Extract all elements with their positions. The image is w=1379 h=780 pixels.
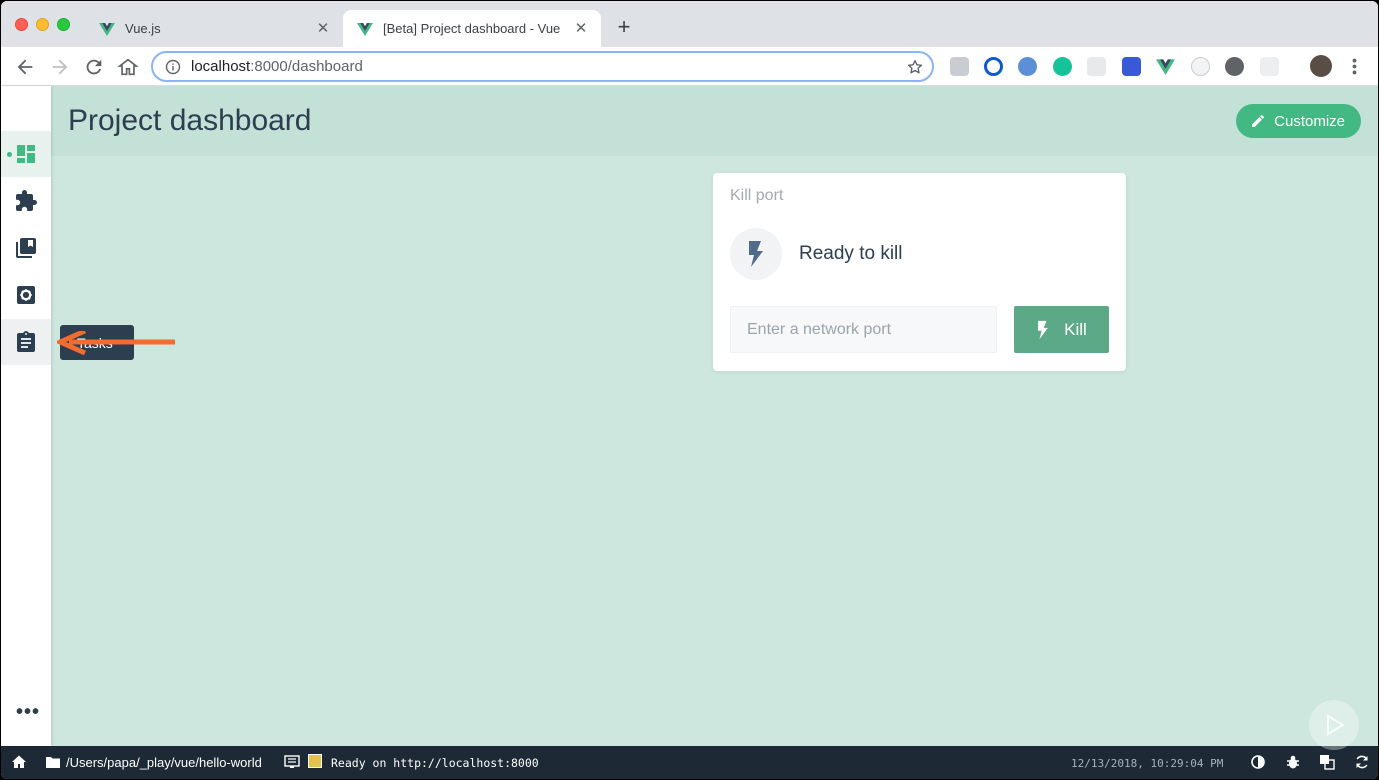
1password-icon[interactable] (984, 57, 1003, 76)
clock-icon[interactable] (1191, 57, 1210, 76)
dashboard-icon (17, 145, 35, 163)
tab-title: [Beta] Project dashboard - Vue (383, 21, 561, 36)
bookmark-icon[interactable] (1122, 57, 1141, 76)
page-header: Project dashboard Customize (51, 86, 1378, 156)
status-bar: /Users/papa/_play/vue/hello-world Ready … (1, 746, 1378, 779)
folder-icon[interactable] (45, 754, 61, 770)
sidebar-item-plugins[interactable] (1, 178, 51, 224)
minimize-window-button[interactable] (36, 18, 49, 31)
browser-window: Vue.js ✕ [Beta] Project dashboard - Vue … (1, 1, 1378, 779)
info-icon[interactable] (165, 59, 181, 75)
tab-project-dashboard[interactable]: [Beta] Project dashboard - Vue ✕ (343, 10, 601, 47)
widget-title: Kill port (730, 187, 784, 204)
lightning-icon (749, 241, 763, 267)
address-bar[interactable]: localhost:8000/dashboard (151, 51, 934, 82)
kill-port-widget: Kill port Ready to kill Kill (713, 173, 1126, 371)
tree-icon[interactable] (1087, 57, 1106, 76)
profile-avatar[interactable] (1310, 55, 1332, 77)
close-window-button[interactable] (15, 18, 28, 31)
grid-icon[interactable] (1260, 57, 1279, 76)
project-path[interactable]: /Users/papa/_play/vue/hello-world (66, 755, 262, 770)
bookmark-star-icon[interactable] (906, 58, 924, 76)
network-port-input[interactable] (730, 306, 997, 353)
close-tab-icon[interactable]: ✕ (315, 20, 331, 37)
grammarly-icon[interactable] (1053, 57, 1072, 76)
page-title: Project dashboard (68, 104, 312, 137)
sidebar-item-dashboard[interactable] (1, 131, 51, 177)
url-host: localhost (191, 58, 251, 75)
sidebar: ••• (1, 86, 51, 746)
home-icon[interactable] (11, 754, 27, 770)
customize-label: Customize (1274, 112, 1345, 130)
vue-logo-icon (357, 22, 373, 36)
vue-logo-icon (99, 22, 115, 36)
annotation-arrow-icon (57, 331, 175, 356)
play-icon (1327, 714, 1345, 736)
home-icon[interactable] (117, 56, 139, 78)
settings-icon (17, 286, 35, 304)
puzzle-icon (16, 190, 37, 211)
more-options-icon[interactable]: ••• (16, 701, 40, 724)
copy-icon[interactable] (950, 57, 969, 76)
log-message[interactable]: Ready on http://localhost:8000 (331, 756, 539, 770)
library-icon (16, 238, 36, 258)
active-indicator (7, 152, 12, 157)
bug-icon[interactable] (1285, 754, 1301, 770)
log-type-icon (308, 754, 322, 768)
status-indicator (730, 228, 782, 280)
console-icon[interactable] (284, 755, 300, 769)
customize-button[interactable]: Customize (1236, 104, 1361, 138)
forward-icon[interactable] (49, 56, 71, 78)
close-tab-icon[interactable]: ✕ (573, 20, 589, 37)
reload-icon[interactable] (83, 56, 105, 78)
new-tab-button[interactable]: + (613, 16, 635, 38)
blur-icon[interactable] (1018, 57, 1037, 76)
url-path: :8000/dashboard (250, 58, 363, 75)
vue-devtools-icon[interactable] (1156, 57, 1175, 76)
tab-strip: Vue.js ✕ [Beta] Project dashboard - Vue … (1, 1, 1378, 47)
log-timestamp: 12/13/2018, 10:29:04 PM (1071, 757, 1224, 770)
puzzle-icon[interactable] (1225, 57, 1244, 76)
tab-vuejs[interactable]: Vue.js ✕ (85, 10, 343, 47)
back-icon[interactable] (14, 56, 36, 78)
pencil-icon (1252, 115, 1265, 127)
menu-dots-icon[interactable] (1345, 57, 1364, 76)
sidebar-item-dependencies[interactable] (1, 225, 51, 271)
zoom-window-button[interactable] (57, 18, 70, 31)
clipboard-icon (17, 331, 35, 352)
dark-mode-icon[interactable] (1250, 754, 1266, 770)
translate-icon[interactable] (1319, 754, 1335, 770)
vue-ui-app: ••• Tasks Project dashboard Customize Ki… (1, 86, 1378, 750)
kill-button[interactable]: Kill (1014, 306, 1109, 353)
sidebar-item-tasks[interactable] (1, 319, 51, 365)
sidebar-item-configuration[interactable] (1, 272, 51, 318)
browser-toolbar: localhost:8000/dashboard (1, 47, 1378, 86)
refresh-icon[interactable] (1354, 754, 1370, 770)
kill-button-label: Kill (1064, 319, 1087, 339)
kill-status-text: Ready to kill (799, 243, 903, 264)
tab-title: Vue.js (125, 21, 161, 36)
url-text: localhost:8000/dashboard (191, 58, 906, 75)
lightning-icon (1038, 320, 1049, 339)
video-player-watermark (1309, 700, 1359, 750)
